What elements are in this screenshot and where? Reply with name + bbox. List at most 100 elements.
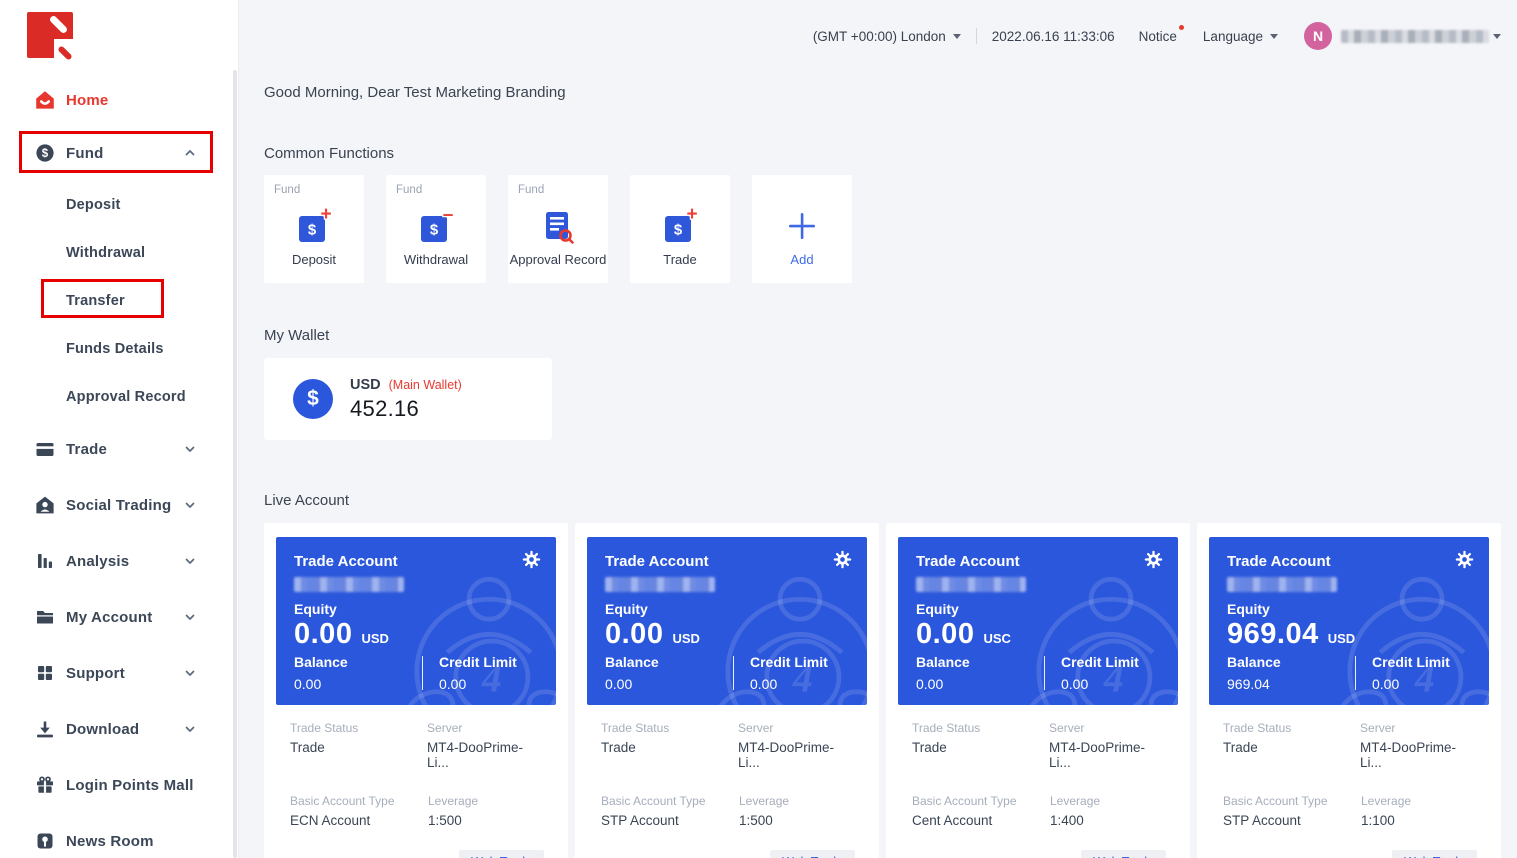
chevron-up-icon xyxy=(184,147,196,159)
news-room-icon xyxy=(35,831,55,851)
account-panel: Trade Account Equity 0.00 USC Balance 0.… xyxy=(898,537,1178,705)
sidebar-scrollbar[interactable] xyxy=(233,70,237,858)
svg-text:$: $ xyxy=(430,222,439,239)
equity-currency: USD xyxy=(361,631,388,646)
sidebar-item-deposit[interactable]: Deposit xyxy=(0,181,238,229)
sidebar-item-label: Trade xyxy=(66,441,107,458)
plus-icon xyxy=(752,208,852,244)
account-number-redacted xyxy=(605,577,715,592)
web-trade-button[interactable]: Web Trade xyxy=(459,850,544,858)
fund-icon: $ xyxy=(35,143,55,163)
language-selector[interactable]: Language xyxy=(1203,29,1278,44)
shortcut-deposit[interactable]: Fund $+ Deposit xyxy=(264,175,364,283)
shortcut-label: Withdrawal xyxy=(386,252,486,267)
credit-limit-label: Credit Limit xyxy=(1372,654,1450,670)
shortcut-approval-record[interactable]: Fund Approval Record xyxy=(508,175,608,283)
sidebar-item-analysis[interactable]: Analysis xyxy=(0,533,238,589)
chevron-down-icon xyxy=(184,667,196,679)
my-account-icon xyxy=(35,607,55,627)
sidebar-item-news-room[interactable]: News Room xyxy=(0,813,238,858)
web-trade-button[interactable]: Web Trade xyxy=(1392,850,1477,858)
account-card-title: Trade Account xyxy=(916,553,1160,570)
sidebar-item-fund[interactable]: $ Fund xyxy=(0,125,238,181)
server-value: MT4-DooPrime-Li... xyxy=(738,740,855,770)
sidebar-item-label: Social Trading xyxy=(66,497,171,514)
shortcut-trade[interactable]: $+ Trade xyxy=(630,175,730,283)
sidebar-item-label: Login Points Mall xyxy=(66,777,194,794)
credit-limit-label: Credit Limit xyxy=(1061,654,1139,670)
chevron-down-icon xyxy=(184,611,196,623)
trade-shortcut-icon: $+ xyxy=(630,208,730,244)
sidebar-item-transfer[interactable]: Transfer xyxy=(0,277,238,325)
account-panel: Trade Account Equity 0.00 USD Balance 0.… xyxy=(587,537,867,705)
gear-icon[interactable] xyxy=(522,550,541,569)
equity-value: 0.00 xyxy=(916,618,974,651)
balance-label: Balance xyxy=(294,654,422,670)
trade-status-value: Trade xyxy=(290,740,427,755)
account-panel: Trade Account Equity 969.04 USD Balance … xyxy=(1209,537,1489,705)
timezone-selector[interactable]: (GMT +00:00) London xyxy=(813,29,961,44)
trade-status-label: Trade Status xyxy=(601,721,738,735)
sidebar-item-funds-details[interactable]: Funds Details xyxy=(0,325,238,373)
sidebar-item-download[interactable]: Download xyxy=(0,701,238,757)
sidebar-nav: Home $ Fund Deposit Withdrawal Transfer … xyxy=(0,75,238,858)
sidebar-item-withdrawal[interactable]: Withdrawal xyxy=(0,229,238,277)
gear-icon[interactable] xyxy=(1455,550,1474,569)
credit-limit-value: 0.00 xyxy=(439,676,517,692)
my-wallet-title: My Wallet xyxy=(264,327,1501,344)
account-type-value: STP Account xyxy=(601,813,739,828)
trade-status-value: Trade xyxy=(912,740,1049,755)
leverage-label: Leverage xyxy=(428,794,478,808)
web-trade-button[interactable]: Web Trade xyxy=(770,850,855,858)
notice-button[interactable]: Notice xyxy=(1139,29,1177,44)
balance-value: 969.04 xyxy=(1227,676,1355,692)
sidebar-item-login-points-mall[interactable]: Login Points Mall xyxy=(0,757,238,813)
web-trade-button[interactable]: Web Trade xyxy=(1081,850,1166,858)
brand-logo[interactable] xyxy=(27,12,73,58)
sidebar-item-label: Download xyxy=(66,721,139,738)
gear-icon[interactable] xyxy=(1144,550,1163,569)
sidebar-item-approval-record[interactable]: Approval Record xyxy=(0,373,238,421)
common-functions-row: Fund $+ Deposit Fund $– Withdrawal Fund … xyxy=(264,175,1501,283)
shortcut-category: Fund xyxy=(396,184,422,196)
user-menu[interactable]: N xyxy=(1304,22,1501,50)
account-card-title: Trade Account xyxy=(294,553,538,570)
chevron-down-icon xyxy=(184,723,196,735)
equity-label: Equity xyxy=(1227,601,1471,617)
leverage-value: 1:500 xyxy=(739,813,789,828)
sidebar-item-home[interactable]: Home xyxy=(0,75,238,125)
shortcut-add[interactable]: Add xyxy=(752,175,852,283)
balance-label: Balance xyxy=(605,654,733,670)
shortcut-label: Approval Record xyxy=(508,252,608,267)
account-details: Trade Status Trade Server MT4-DooPrime-L… xyxy=(898,705,1178,858)
support-icon xyxy=(35,663,55,683)
timezone-label: (GMT +00:00) London xyxy=(813,29,946,44)
trade-status-label: Trade Status xyxy=(290,721,427,735)
balance-value: 0.00 xyxy=(916,676,1044,692)
shortcut-category: Fund xyxy=(518,184,544,196)
sidebar-item-my-account[interactable]: My Account xyxy=(0,589,238,645)
wallet-info: USD (Main Wallet) 452.16 xyxy=(350,377,462,422)
account-details: Trade Status Trade Server MT4-DooPrime-L… xyxy=(276,705,556,858)
svg-text:$: $ xyxy=(42,148,49,160)
sidebar-item-trade[interactable]: Trade xyxy=(0,421,238,477)
shortcut-withdrawal[interactable]: Fund $– Withdrawal xyxy=(386,175,486,283)
datetime-label: 2022.06.16 11:33:06 xyxy=(992,29,1115,44)
server-label: Server xyxy=(1360,721,1477,735)
svg-text:$: $ xyxy=(308,222,317,239)
notice-label: Notice xyxy=(1139,29,1177,44)
topbar: (GMT +00:00) London 2022.06.16 11:33:06 … xyxy=(264,0,1501,72)
username-redacted xyxy=(1341,30,1489,43)
server-value: MT4-DooPrime-Li... xyxy=(1049,740,1166,770)
account-type-value: STP Account xyxy=(1223,813,1361,828)
shortcut-label: Add xyxy=(752,252,852,267)
wallet-amount: 452.16 xyxy=(350,396,462,422)
server-value: MT4-DooPrime-Li... xyxy=(1360,740,1477,770)
gear-icon[interactable] xyxy=(833,550,852,569)
balance-value: 0.00 xyxy=(294,676,422,692)
sidebar-item-support[interactable]: Support xyxy=(0,645,238,701)
trade-icon xyxy=(35,439,55,459)
sidebar-item-social-trading[interactable]: Social Trading xyxy=(0,477,238,533)
common-functions-title: Common Functions xyxy=(264,145,1501,162)
dollar-circle-icon: $ xyxy=(293,379,333,419)
